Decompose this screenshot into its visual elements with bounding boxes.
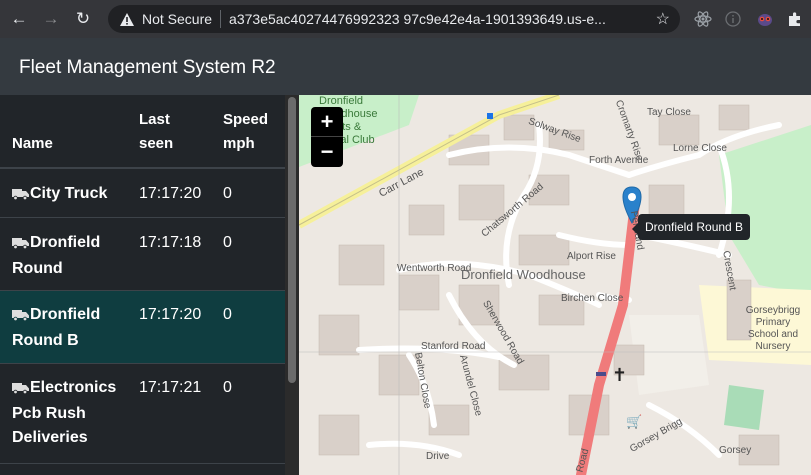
header-speed[interactable]: Speed mph [223,108,279,156]
warning-icon [118,10,136,28]
speed-cell: 0 [223,306,232,323]
owl-icon[interactable] [755,9,775,29]
truck-icon [12,378,29,402]
info-icon[interactable] [723,9,743,29]
app-navbar: Fleet Management System R2 [0,38,811,95]
zoom-out-button[interactable]: − [311,137,343,167]
school-label: Gorseybrigg Primary School and Nursery [745,305,801,352]
speed-cell: 0 [223,379,232,396]
vehicle-name-cell: Dronfield Round B [12,303,132,353]
last-seen-cell: 17:17:18 [139,234,202,251]
vehicle-name-cell: Dronfield Round [12,231,132,281]
area-label: Dronfield Woodhouse [461,267,586,282]
table-row-selected[interactable]: Dronfield Round B 17:17:20 0 [0,291,285,364]
birchen-close-label: Birchen Close [561,293,624,304]
back-icon[interactable]: ← [6,6,32,32]
svg-text:✝: ✝ [612,365,627,386]
table-row[interactable]: Electronics Pcb Rush Deliveries 17:17:21… [0,364,285,464]
marker-tooltip: Dronfield Round B [631,214,751,240]
stanford-road-label: Stanford Road [421,341,486,352]
drive-label: Drive [426,451,450,462]
address-bar[interactable]: Not Secure a373e5ac40274476992323 97c9e4… [108,5,680,33]
speed-cell: 0 [223,234,232,251]
zoom-control: + − [311,107,343,167]
reload-icon[interactable]: ↻ [70,6,96,32]
table-row[interactable]: City Truck 17:17:20 0 [0,169,285,218]
table-row[interactable]: Dronfield Round 17:17:18 0 [0,218,285,291]
last-seen-cell: 17:17:20 [139,185,202,202]
react-icon[interactable] [693,9,713,29]
vehicle-name-cell: City Truck [12,182,142,208]
pitch [724,385,764,430]
map-view[interactable]: ✝ 🛒 Dronfield Woodhouse Sports & Social … [299,95,811,475]
truck-icon [12,184,29,208]
tay-close-label: Tay Close [647,107,691,118]
app-title[interactable]: Fleet Management System R2 [19,57,276,79]
vehicle-name: City Truck [30,185,108,202]
forward-icon[interactable]: → [38,6,64,32]
truck-icon [12,305,29,329]
divider [220,10,222,28]
browser-toolbar: ← → ↻ Not Secure a373e5ac40274476992323 … [0,0,811,38]
url-text[interactable]: a373e5ac40274476992323 97c9e42e4a-190139… [229,11,639,27]
last-seen-cell: 17:17:21 [139,379,202,396]
gorsey-label: Gorsey [719,445,752,456]
star-icon[interactable]: ☆ [656,9,670,29]
speed-cell: 0 [223,185,232,202]
last-seen-cell: 17:17:20 [139,306,202,323]
svg-text:🛒: 🛒 [626,414,642,430]
scrollbar-thumb[interactable] [288,97,296,383]
header-last-seen[interactable]: Last seen [139,108,199,156]
lorne-close-label: Lorne Close [673,143,727,154]
security-label[interactable]: Not Secure [142,11,212,27]
sidebar-scrollbar[interactable] [285,95,299,475]
alport-rise-label: Alport Rise [567,251,616,262]
vehicle-table: Name Last seen Speed mph City Truck 17:1… [0,95,285,475]
truck-icon [12,233,29,257]
zoom-in-button[interactable]: + [311,107,343,137]
table-header: Name Last seen Speed mph [0,95,285,169]
header-name[interactable]: Name [12,132,53,156]
puzzle-icon[interactable] [785,9,805,29]
vehicle-name-cell: Electronics Pcb Rush Deliveries [12,376,132,450]
